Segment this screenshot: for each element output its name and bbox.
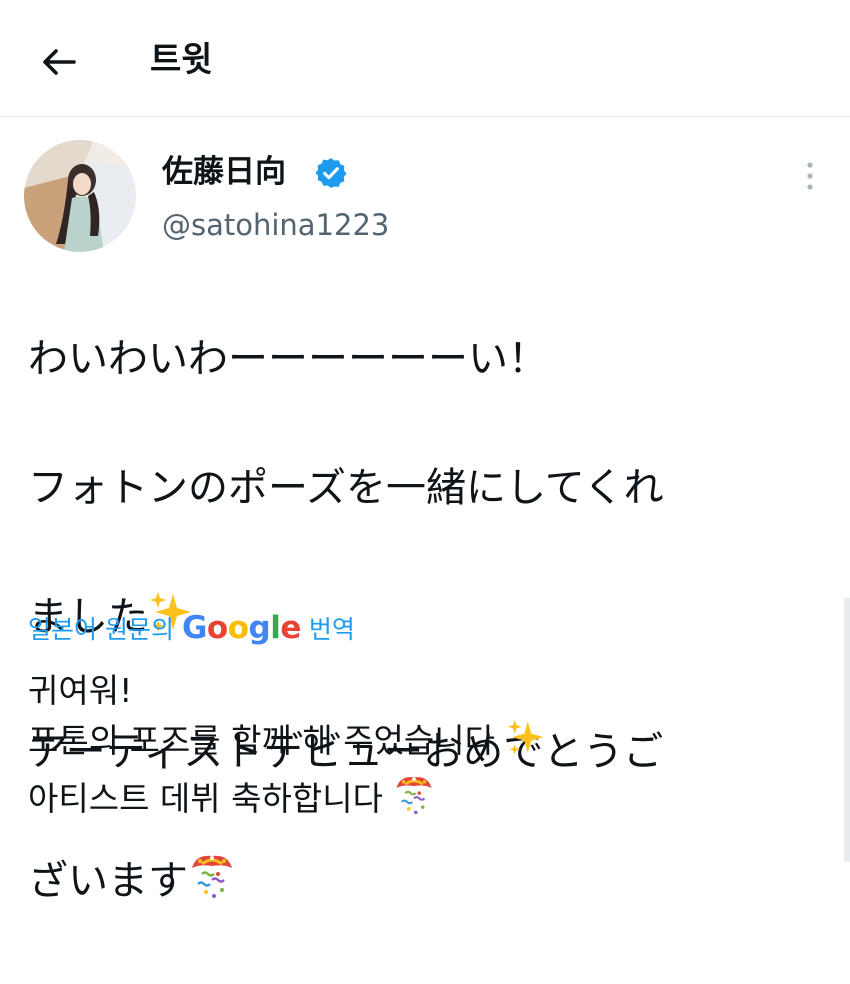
google-logo: Google <box>181 610 301 646</box>
page-title: 트윗 <box>150 40 213 80</box>
translated-line-with-emoji: 아티스트 데뷔 축하합니다 <box>28 772 828 830</box>
verified-badge-icon <box>314 156 348 190</box>
user-handle[interactable]: @satohina1223 <box>162 206 389 244</box>
avatar[interactable] <box>24 140 136 252</box>
tweet-line: わいわいわーーーーーーい！ <box>28 335 548 382</box>
party-popper-icon <box>188 850 236 920</box>
more-options-button[interactable] <box>796 158 824 194</box>
tweet-line: フォトンのポーズを一緒にしてくれ <box>28 464 664 511</box>
translation-prefix: 일본어 원문의 <box>28 615 174 644</box>
back-button[interactable] <box>36 40 80 84</box>
tweet-line-with-emoji: ざいます <box>28 849 828 920</box>
display-name[interactable]: 佐藤日向 <box>162 152 286 192</box>
sparkles-icon <box>506 718 546 772</box>
translated-line: 귀여워! <box>28 671 133 710</box>
translation-link[interactable]: 일본어 원문의 Google 번역 <box>28 606 355 650</box>
scroll-edge <box>844 598 850 862</box>
party-popper-icon <box>393 772 435 830</box>
top-bar: 트윗 <box>0 0 850 117</box>
translation-suffix: 번역 <box>308 615 355 644</box>
translated-line-with-emoji: 포톤의 포즈를 함께 해 주었습니다 <box>28 716 828 772</box>
arrow-left-icon <box>43 49 76 75</box>
more-vertical-icon <box>807 162 813 190</box>
translated-text: 귀여워! 포톤의 포즈를 함께 해 주었습니다 아티스트 데뷔 축하합니다 <box>28 666 828 830</box>
